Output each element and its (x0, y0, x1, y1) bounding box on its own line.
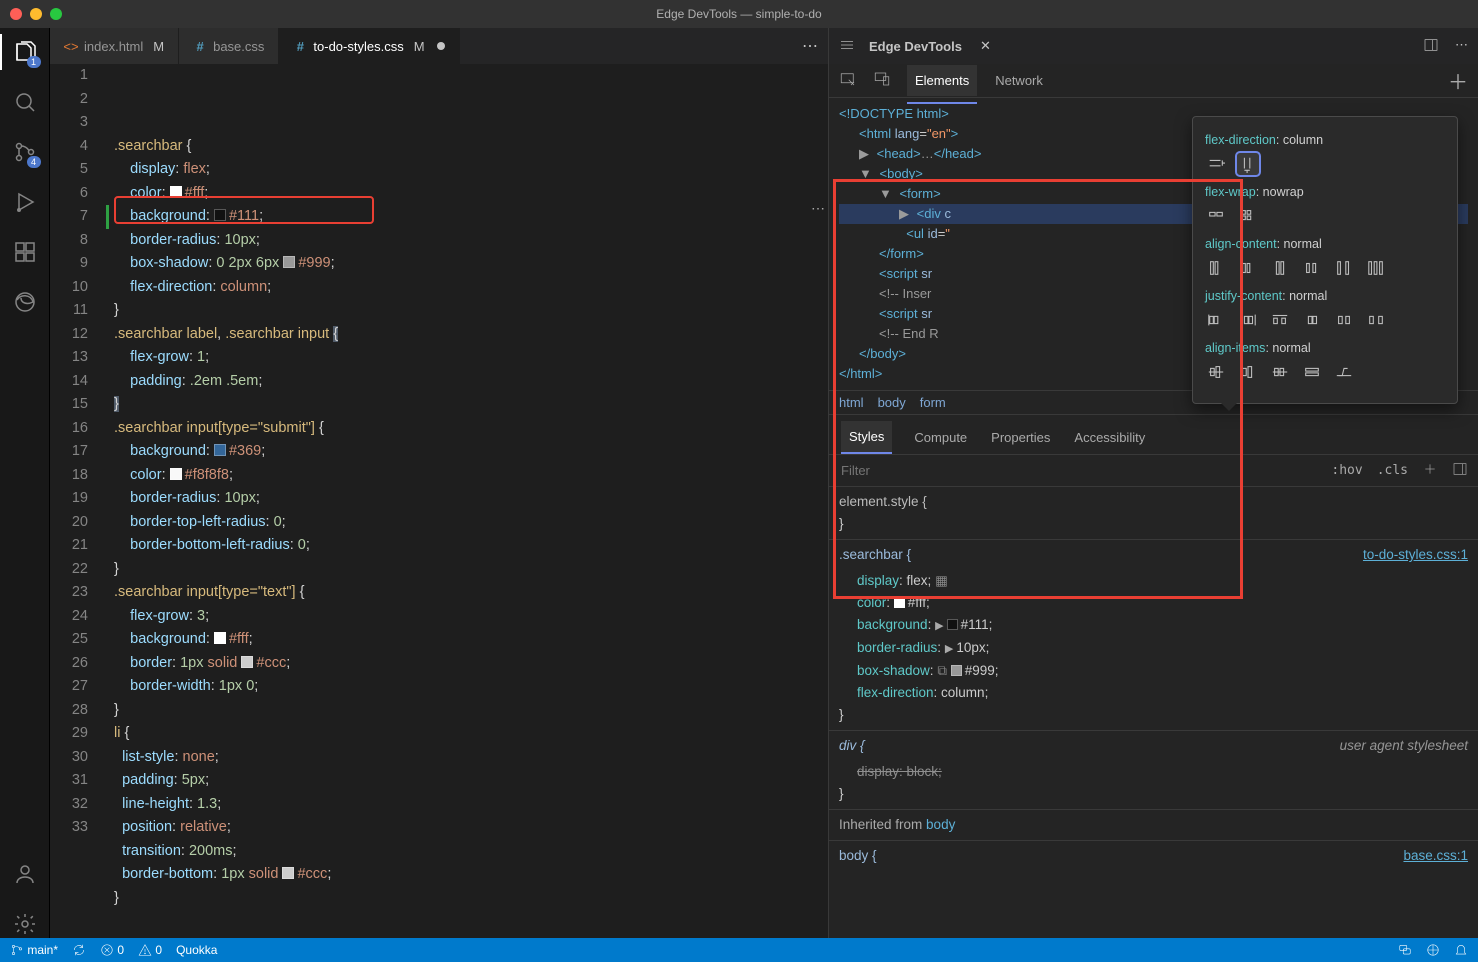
breadcrumb-item[interactable]: body (878, 395, 906, 410)
new-style-rule-icon[interactable] (1422, 461, 1438, 480)
editor-tab[interactable]: <> index.html M (50, 28, 179, 64)
run-debug-icon[interactable] (11, 188, 39, 216)
add-tab-icon[interactable]: ＋ (1448, 66, 1468, 95)
network-tab[interactable]: Network (993, 73, 1045, 88)
window-title: Edge DevTools — simple-to-do (656, 7, 821, 21)
errors-status[interactable]: 0 (100, 943, 124, 957)
more-icon[interactable]: ⋯ (1455, 37, 1468, 56)
tab-label: base.css (213, 39, 264, 54)
modified-indicator: M (153, 39, 164, 54)
window-controls[interactable] (10, 8, 62, 20)
css-file-icon: # (193, 39, 207, 53)
feedback-icon[interactable] (1398, 943, 1412, 957)
flex-option-icon[interactable] (1205, 205, 1227, 227)
flex-option-icon[interactable] (1333, 257, 1355, 279)
modified-indicator: M (414, 39, 425, 54)
inspect-icon[interactable] (839, 70, 857, 91)
flex-option-icon[interactable] (1205, 257, 1227, 279)
styles-pane[interactable]: element.style {}to-do-styles.css:1.searc… (829, 487, 1478, 875)
flex-option-icon[interactable] (1205, 309, 1227, 331)
flex-option-icon[interactable] (1301, 361, 1323, 383)
styles-tab-bar: Styles Compute Properties Accessibility (829, 414, 1478, 454)
css-file-icon: # (293, 39, 307, 53)
devtools-menu-icon[interactable] (839, 37, 855, 56)
titlebar: Edge DevTools — simple-to-do (0, 0, 1478, 28)
account-icon[interactable] (11, 860, 39, 888)
editor-tab[interactable]: # base.css (179, 28, 279, 64)
scm-badge: 4 (27, 156, 41, 168)
hov-toggle[interactable]: :hov (1331, 463, 1362, 478)
styles-filter-row: :hov .cls (829, 454, 1478, 487)
extensions-icon[interactable] (11, 238, 39, 266)
sync-status[interactable] (72, 943, 86, 957)
html-file-icon: <> (64, 39, 78, 53)
warnings-status[interactable]: 0 (138, 943, 162, 957)
flex-option-icon[interactable] (1301, 309, 1323, 331)
close-window-icon[interactable] (10, 8, 22, 20)
devtools-toolbar: Elements Network ＋ (829, 64, 1478, 98)
toggle-sidebar-icon[interactable] (1452, 461, 1468, 480)
explorer-icon[interactable]: 1 (11, 38, 39, 66)
flex-option-icon[interactable] (1205, 153, 1227, 175)
breadcrumb-item[interactable]: html (839, 395, 864, 410)
flex-option-icon[interactable] (1269, 309, 1291, 331)
flex-option-icon[interactable] (1205, 361, 1227, 383)
flex-option-icon[interactable] (1237, 153, 1259, 175)
expand-dots-icon[interactable]: ⋯ (811, 198, 827, 218)
stylesheet-link[interactable]: to-do-styles.css:1 (1363, 544, 1468, 566)
explorer-badge: 1 (27, 56, 41, 68)
editor-tab-bar: <> index.html M # base.css # to-do-styles.css M… (50, 28, 828, 64)
flexbox-popup[interactable]: flex-direction: columnflex-wrap: nowrapa… (1192, 116, 1458, 404)
flex-option-icon[interactable] (1237, 309, 1259, 331)
code-editor[interactable]: 1234567891011121314151617181920212223242… (50, 64, 828, 938)
stylesheet-link[interactable]: base.css:1 (1403, 845, 1468, 867)
editor-tab[interactable]: # to-do-styles.css M (279, 28, 459, 64)
source-control-icon[interactable]: 4 (11, 138, 39, 166)
elements-tab[interactable]: Elements (907, 65, 977, 96)
more-actions-icon[interactable]: ⋯ (802, 38, 818, 55)
styles-subtab[interactable]: Styles (841, 421, 892, 454)
maximize-window-icon[interactable] (50, 8, 62, 20)
settings-gear-icon[interactable] (11, 910, 39, 938)
quokka-status[interactable]: Quokka (176, 943, 217, 957)
live-share-icon[interactable] (1426, 943, 1440, 957)
editor-group: <> index.html M # base.css # to-do-styles.css M… (50, 28, 828, 938)
cls-toggle[interactable]: .cls (1377, 463, 1408, 478)
edge-icon[interactable] (11, 288, 39, 316)
breadcrumb-item[interactable]: form (920, 395, 946, 410)
editor-actions: ⋯ (780, 36, 828, 56)
flex-option-icon[interactable] (1237, 257, 1259, 279)
styles-subtab[interactable]: Compute (912, 422, 969, 453)
dirty-indicator (437, 42, 445, 50)
devtools-close-icon[interactable]: ✕ (980, 38, 991, 54)
flex-option-icon[interactable] (1269, 257, 1291, 279)
minimize-window-icon[interactable] (30, 8, 42, 20)
flex-option-icon[interactable] (1333, 361, 1355, 383)
flex-option-icon[interactable] (1237, 361, 1259, 383)
branch-status[interactable]: main* (10, 943, 58, 957)
styles-subtab[interactable]: Properties (989, 422, 1052, 453)
devtools-panel: Edge DevTools ✕ ⋯ Elements Network ＋ ⋯ <… (828, 28, 1478, 938)
notification-bell-icon[interactable] (1454, 943, 1468, 957)
status-bar: main* 0 0 Quokka (0, 938, 1478, 962)
flex-option-icon[interactable] (1365, 309, 1387, 331)
flex-option-icon[interactable] (1269, 361, 1291, 383)
devtools-title-bar: Edge DevTools ✕ ⋯ (829, 28, 1478, 64)
flex-option-icon[interactable] (1333, 309, 1355, 331)
styles-filter-input[interactable] (839, 462, 1317, 479)
search-icon[interactable] (11, 88, 39, 116)
styles-subtab[interactable]: Accessibility (1072, 422, 1147, 453)
flex-option-icon[interactable] (1237, 205, 1259, 227)
tab-label: index.html (84, 39, 143, 54)
devtools-title: Edge DevTools (869, 39, 962, 54)
flex-option-icon[interactable] (1301, 257, 1323, 279)
flex-option-icon[interactable] (1365, 257, 1387, 279)
activity-bar: 1 4 (0, 28, 50, 938)
layout-icon[interactable] (1423, 37, 1439, 56)
tab-label: to-do-styles.css (313, 39, 403, 54)
device-toggle-icon[interactable] (873, 70, 891, 91)
